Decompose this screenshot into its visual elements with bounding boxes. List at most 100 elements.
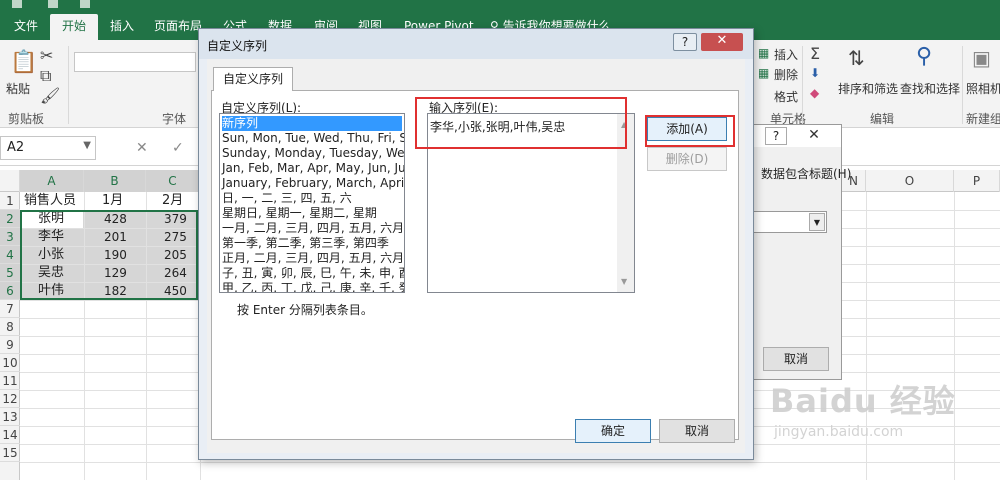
delete-cells-icon[interactable]: ▦ [758,66,769,80]
sort-order-select[interactable]: ▼ [751,211,827,233]
row-header[interactable]: 12 [0,390,20,408]
column-header-c[interactable]: C [146,170,200,192]
gridline [20,462,1000,463]
help-button[interactable]: ? [673,33,697,51]
camera-button[interactable]: 照相机 [966,80,1000,97]
row-header[interactable]: 3 [0,228,20,246]
row-header[interactable]: 13 [0,408,20,426]
row-header[interactable]: 8 [0,318,20,336]
tab-custom-lists[interactable]: 自定义序列 [213,67,293,91]
row-header[interactable]: 6 [0,282,20,300]
group-separator [962,46,963,124]
group-separator [802,46,803,124]
delete-cells-button[interactable]: 删除 [774,66,798,83]
baidu-watermark: Baidu 经验 jingyan.baidu.com [770,372,990,452]
annotation-highlight-add [645,115,735,147]
list-item[interactable]: 正月, 二月, 三月, 四月, 五月, 六月, [222,251,404,266]
list-item[interactable]: 子, 丑, 寅, 卯, 辰, 巳, 午, 未, 申, 酉, [222,266,404,281]
cut-icon[interactable]: ✂ [40,46,53,65]
list-item[interactable]: January, February, March, April, [222,176,404,191]
paste-icon[interactable]: 📋 [10,50,37,75]
column-header-a[interactable]: A [20,170,84,192]
hint-text: 按 Enter 分隔列表条目。 [237,303,373,317]
close-button[interactable]: ✕ [803,127,825,145]
annotation-highlight-input [415,97,627,149]
quick-access-toolbar[interactable] [0,0,100,10]
chevron-down-icon[interactable]: ▼ [83,140,91,151]
list-item[interactable]: Jan, Feb, Mar, Apr, May, Jun, Jul, [222,161,404,176]
row-header[interactable]: 4 [0,246,20,264]
insert-cells-button[interactable]: 插入 [774,46,798,63]
clear-icon[interactable]: ◆ [810,86,819,100]
list-item[interactable]: 日, 一, 二, 三, 四, 五, 六 [222,191,352,206]
cancel-button[interactable]: 取消 [763,347,829,371]
list-item[interactable]: 甲, 乙, 丙, 丁, 戊, 己, 庚, 辛, 壬, 癸 [222,281,404,292]
autosum-icon[interactable]: Σ [810,44,820,63]
cell-b1[interactable]: 1月 [102,192,123,210]
sort-filter-icon[interactable]: ⇅ [848,46,865,70]
close-button[interactable]: ✕ [701,33,743,51]
cell-a1[interactable]: 销售人员 [24,192,76,210]
column-header-o[interactable]: O [866,170,954,192]
tab-home[interactable]: 开始 [50,14,99,40]
row-header[interactable]: 7 [0,300,20,318]
confirm-entry-icon[interactable]: ✓ [172,140,184,156]
selection-border [20,210,198,300]
row-header[interactable]: 2 [0,210,20,228]
group-label-clipboard: 剪贴板 [8,112,45,126]
has-headers-checkbox-label[interactable]: 数据包含标题(H) [761,165,851,182]
name-box-value: A2 [7,140,25,155]
cell-c1[interactable]: 2月 [162,192,183,210]
fill-icon[interactable]: ⬇ [810,66,820,80]
list-item[interactable]: 星期日, 星期一, 星期二, 星期 [222,206,377,221]
scroll-down-icon[interactable]: ▼ [621,277,627,286]
camera-icon[interactable]: ▣ [972,46,991,70]
tab-file[interactable]: 文件 [12,14,40,40]
group-label-editing: 编辑 [870,112,895,126]
group-label-font: 字体 [162,112,187,126]
insert-cells-icon[interactable]: ▦ [758,46,769,60]
row-header[interactable]: 1 [0,192,20,210]
sort-dialog-titlebar: ? ✕ [741,125,841,147]
row-header[interactable]: 10 [0,354,20,372]
cancel-button[interactable]: 取消 [659,419,735,443]
ok-button[interactable]: 确定 [575,419,651,443]
custom-lists-dialog: 自定义序列 ? ✕ 自定义序列 自定义序列(L): 输入序列(E): 新序列 S… [198,28,754,460]
name-box[interactable]: A2 ▼ [0,136,96,160]
tab-page-layout[interactable]: 页面布局 [152,14,204,40]
format-painter-icon[interactable]: 🖌 [40,86,60,105]
select-all-corner[interactable] [0,170,20,192]
font-name-box[interactable] [74,52,196,72]
list-item[interactable]: 新序列 [222,116,402,131]
row-header[interactable]: 5 [0,264,20,282]
sort-filter-button[interactable]: 排序和筛选 [838,80,898,97]
list-item[interactable]: 一月, 二月, 三月, 四月, 五月, 六月, [222,221,404,236]
find-icon[interactable]: ⚲ [916,44,932,69]
watermark-url: jingyan.baidu.com [774,424,904,440]
row-header[interactable]: 15 [0,444,20,462]
help-button[interactable]: ? [765,127,787,145]
custom-lists-listbox[interactable]: 新序列 Sun, Mon, Tue, Wed, Thu, Fri, Sa Sun… [219,113,405,293]
list-item[interactable]: 第一季, 第二季, 第三季, 第四季 [222,236,389,251]
list-item[interactable]: Sun, Mon, Tue, Wed, Thu, Fri, Sa [222,131,404,146]
copy-icon[interactable]: ⧉ [40,66,51,86]
group-separator [68,46,69,124]
row-header[interactable]: 9 [0,336,20,354]
cancel-entry-icon[interactable]: ✕ [136,140,148,156]
watermark-logo: Baidu 经验 [770,382,956,420]
dialog-title: 自定义序列 [207,39,268,53]
format-cells-button[interactable]: 格式 [774,88,798,105]
row-headers: 1 2 3 4 5 6 7 8 9 10 11 12 13 14 15 [0,192,20,480]
chevron-down-icon[interactable]: ▼ [809,213,825,231]
column-header-p[interactable]: P [954,170,1000,192]
tab-insert[interactable]: 插入 [108,14,136,40]
list-item[interactable]: Sunday, Monday, Tuesday, Wed [222,146,404,161]
row-header[interactable]: 14 [0,426,20,444]
row-header[interactable]: 11 [0,372,20,390]
find-select-button[interactable]: 查找和选择 [900,80,960,97]
column-header-b[interactable]: B [84,170,146,192]
group-label-new-group: 新建组 [966,112,1000,126]
paste-button[interactable]: 粘贴 [6,80,30,97]
delete-button[interactable]: 删除(D) [647,147,727,171]
dialog-titlebar[interactable]: 自定义序列 ? ✕ [199,29,753,59]
